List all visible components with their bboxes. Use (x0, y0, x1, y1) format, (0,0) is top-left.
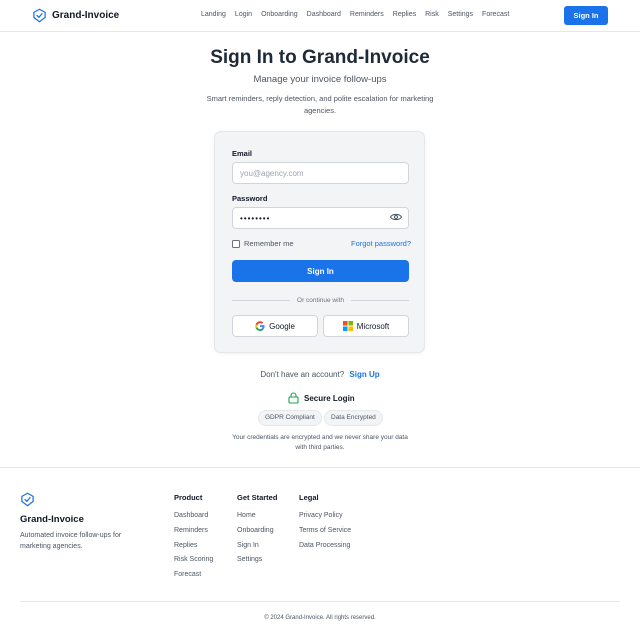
brand-name: Grand-Invoice (52, 10, 120, 21)
remember-me-checkbox[interactable] (232, 239, 240, 248)
login-card: Email Password Remember me Forgot passwo… (214, 131, 425, 353)
microsoft-icon (342, 321, 353, 331)
google-icon (255, 321, 265, 331)
nav-link-onboarding[interactable]: Onboarding (261, 11, 298, 18)
footer-link-dashboard[interactable]: Dashboard (174, 512, 213, 519)
footer-column-get-started: Get Started Home Onboarding Sign In Sett… (237, 493, 277, 571)
shield-check-icon (33, 8, 46, 23)
password-label: Password (232, 194, 268, 203)
brand-logo-link[interactable]: Grand-Invoice (32, 8, 119, 23)
copyright-text: © 2024 Grand-Invoice. All rights reserve… (264, 615, 376, 621)
footer-column-legal: Legal Privacy Policy Terms of Service Da… (299, 493, 351, 556)
forgot-password-link[interactable]: Forgot password? (351, 239, 411, 248)
site-header: Grand-Invoice Landing Login Onboarding D… (0, 0, 640, 32)
nav-link-risk[interactable]: Risk (425, 11, 439, 18)
nav-link-replies[interactable]: Replies (393, 11, 416, 18)
divider-line-right (351, 300, 409, 301)
footer-tagline: Automated invoice follow-ups for marketi… (20, 532, 122, 550)
footer-brand-name: Grand-Invoice (20, 514, 84, 525)
main-nav: Landing Login Onboarding Dashboard Remin… (201, 11, 509, 18)
page-subtitle: Manage your invoice follow-ups (253, 74, 387, 85)
footer-column-title: Get Started (237, 493, 278, 502)
signup-prompt-row: Don't have an account? Sign Up (0, 370, 640, 379)
eye-icon[interactable] (390, 212, 402, 222)
nav-link-reminders[interactable]: Reminders (350, 11, 384, 18)
footer-column-title: Product (174, 493, 203, 502)
footer-divider (20, 601, 620, 602)
secure-login-heading: Secure Login (288, 392, 355, 404)
email-label: Email (232, 149, 253, 158)
footer-link-replies[interactable]: Replies (174, 542, 213, 549)
microsoft-sign-in-button[interactable]: Microsoft (323, 315, 409, 337)
lock-icon (288, 392, 299, 404)
shield-check-icon (21, 492, 34, 507)
footer-column-title: Legal (299, 493, 319, 502)
google-label: Google (269, 321, 295, 331)
badge-encrypted: Data Encrypted (324, 410, 383, 426)
microsoft-label: Microsoft (356, 321, 390, 331)
password-input[interactable] (232, 207, 409, 229)
footer-link-forecast[interactable]: Forecast (174, 571, 213, 578)
signup-prompt: Don't have an account? (260, 370, 345, 379)
footer-link-privacy-policy[interactable]: Privacy Policy (299, 512, 351, 519)
site-footer: Grand-Invoice Automated invoice follow-u… (0, 467, 640, 634)
remember-me-control[interactable]: Remember me (232, 239, 294, 248)
footer-link-onboarding[interactable]: Onboarding (237, 527, 277, 534)
remember-me-label: Remember me (244, 239, 294, 248)
header-sign-in-button[interactable]: Sign In (564, 6, 608, 25)
security-note: Your credentials are encrypted and we ne… (232, 434, 408, 451)
sign-up-link[interactable]: Sign Up (349, 370, 379, 379)
email-input[interactable] (232, 162, 409, 184)
nav-link-dashboard[interactable]: Dashboard (307, 11, 341, 18)
footer-link-sign-in[interactable]: Sign In (237, 542, 277, 549)
footer-column-product: Product Dashboard Reminders Replies Risk… (174, 493, 213, 586)
footer-link-terms[interactable]: Terms of Service (299, 527, 351, 534)
nav-link-forecast[interactable]: Forecast (482, 11, 509, 18)
nav-link-login[interactable]: Login (235, 11, 252, 18)
secure-login-label: Secure Login (304, 393, 355, 403)
footer-link-data-processing[interactable]: Data Processing (299, 542, 351, 549)
google-sign-in-button[interactable]: Google (232, 315, 318, 337)
nav-link-landing[interactable]: Landing (201, 11, 226, 18)
footer-link-home[interactable]: Home (237, 512, 277, 519)
footer-link-reminders[interactable]: Reminders (174, 527, 213, 534)
page-title: Sign In to Grand-Invoice (210, 47, 430, 68)
nav-link-settings[interactable]: Settings (448, 11, 473, 18)
page-description: Smart reminders, reply detection, and po… (206, 94, 434, 115)
sign-in-submit-button[interactable]: Sign In (232, 260, 409, 282)
footer-link-risk-scoring[interactable]: Risk Scoring (174, 556, 213, 563)
badge-gdpr: GDPR Compliant (258, 410, 322, 426)
footer-link-settings[interactable]: Settings (237, 556, 277, 563)
